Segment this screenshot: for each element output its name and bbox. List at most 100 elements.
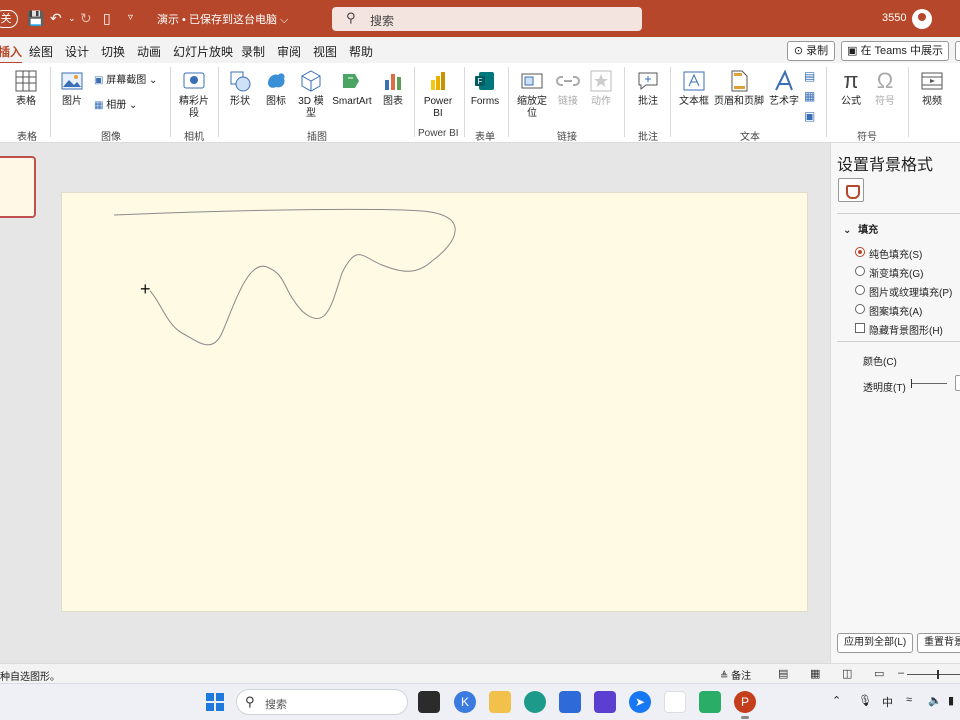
shapes-button[interactable]: 形状	[226, 69, 254, 108]
equation-button[interactable]: π 公式	[838, 69, 864, 108]
hide-background-graphics-checkbox[interactable]	[855, 323, 865, 333]
ime-indicator[interactable]: 中	[882, 694, 893, 710]
screenshot-button[interactable]: ▣ 屏幕截图 ⌄	[94, 75, 157, 87]
tab-design[interactable]: 设计	[65, 43, 89, 60]
redo-icon[interactable]: ↻	[80, 9, 92, 27]
slide-thumbnail[interactable]	[0, 156, 36, 218]
battery-icon[interactable]: ▮	[948, 694, 954, 707]
search-box[interactable]: ⚲ 搜索	[332, 7, 642, 31]
tab-animations[interactable]: 动画	[137, 43, 161, 60]
user-name[interactable]: 3550	[882, 12, 906, 24]
ribbon-separator	[170, 67, 171, 137]
avatar[interactable]	[912, 9, 932, 29]
slide-canvas[interactable]	[61, 192, 808, 612]
forms-button[interactable]: F Forms	[470, 69, 500, 108]
group-text-label: 文本	[740, 132, 760, 143]
slideshow-view-icon[interactable]: ▭	[874, 667, 884, 680]
file-explorer-icon[interactable]	[489, 691, 511, 713]
edge-browser-icon[interactable]	[524, 691, 546, 713]
apply-to-all-button[interactable]: 应用到全部(L)	[837, 633, 914, 653]
forms-icon: F	[475, 72, 494, 90]
zoom-out-icon[interactable]: –	[898, 667, 904, 679]
reading-view-icon[interactable]: ◫	[842, 667, 852, 680]
wifi-icon[interactable]: ≈	[906, 694, 912, 706]
wordart-button[interactable]: 艺术字	[768, 69, 800, 108]
chart-button[interactable]: 图表	[380, 69, 406, 108]
chevron-up-icon[interactable]: ⌃	[832, 694, 841, 707]
active-app-indicator	[741, 716, 749, 719]
cameo-button[interactable]: 精彩片段	[176, 69, 212, 120]
task-view-icon[interactable]	[418, 691, 440, 713]
object-icon[interactable]: ▣	[804, 109, 815, 123]
autosave-toggle[interactable]: 关	[0, 10, 18, 28]
photo-album-button[interactable]: ▦ 相册 ⌄	[94, 100, 137, 112]
ribbon-tabs: 插入 绘图 设计 切换 动画 幻灯片放映 录制 审阅 视图 帮助 ⊙ 录制 ▣ …	[0, 37, 960, 65]
slide-sorter-icon[interactable]: ▦	[810, 667, 820, 680]
group-camera-label: 相机	[184, 132, 204, 143]
pattern-fill-radio[interactable]	[855, 304, 865, 314]
present-from-start-icon[interactable]: ▯	[103, 9, 111, 27]
k-app-icon[interactable]: K	[454, 691, 476, 713]
microphone-icon[interactable]: 🎙	[858, 694, 872, 707]
tab-slideshow[interactable]: 幻灯片放映	[173, 43, 233, 60]
transparency-spinner[interactable]	[955, 375, 960, 391]
transparency-slider[interactable]	[911, 379, 947, 388]
comment-button[interactable]: 批注	[634, 69, 662, 108]
tab-draw[interactable]: 绘图	[29, 43, 53, 60]
speaker-icon[interactable]: 🔈	[928, 694, 942, 707]
group-comments-label: 批注	[638, 132, 658, 143]
notes-button[interactable]: ≜ 备注	[720, 667, 751, 682]
taskbar-search[interactable]: ⚲ 搜索	[236, 689, 408, 715]
undo-icon[interactable]: ↶	[50, 9, 62, 27]
arrow-app-icon[interactable]: ➤	[629, 691, 651, 713]
3d-model-button[interactable]: 3D 模型	[297, 69, 325, 120]
tab-help[interactable]: 帮助	[349, 43, 373, 60]
gradient-fill-radio[interactable]	[855, 266, 865, 276]
date-time-icon[interactable]: ▦	[804, 89, 815, 103]
notes-app-icon[interactable]	[594, 691, 616, 713]
tab-transitions[interactable]: 切换	[101, 43, 125, 60]
symbol-button[interactable]: Ω 符号	[872, 69, 898, 108]
powerbi-button[interactable]: Power BI	[420, 69, 456, 120]
icons-button[interactable]: 图标	[264, 69, 288, 108]
tab-record[interactable]: 录制	[241, 43, 265, 60]
present-in-teams-button[interactable]: ▣ 在 Teams 中展示	[841, 41, 949, 61]
header-footer-button[interactable]: 页眉和页脚	[714, 69, 764, 108]
picture-texture-fill-radio[interactable]	[855, 285, 865, 295]
powerpoint-icon[interactable]: P	[734, 691, 756, 713]
windows-start-icon[interactable]	[204, 691, 226, 713]
link-button[interactable]: 链接	[555, 69, 581, 108]
save-icon[interactable]: 💾	[27, 9, 44, 27]
tab-view[interactable]: 视图	[313, 43, 337, 60]
customize-toolbar-icon[interactable]: ▿	[128, 9, 133, 27]
textbox-extra-icon[interactable]: ▤	[804, 69, 815, 83]
picture-button[interactable]: 图片	[58, 69, 86, 108]
fill-tab-paint-bucket-icon[interactable]	[838, 178, 864, 202]
zoom-button[interactable]: 缩放定位	[514, 69, 550, 120]
fill-section-header[interactable]: ⌄ 填充	[843, 221, 878, 236]
reset-background-button[interactable]: 重置背景	[917, 633, 960, 653]
solid-fill-radio[interactable]	[855, 247, 865, 257]
cloud-app-icon[interactable]	[664, 691, 686, 713]
record-button[interactable]: ⊙ 录制	[787, 41, 835, 61]
screenshot-icon: ▣	[94, 75, 104, 86]
table-icon	[15, 70, 37, 92]
share-button[interactable]	[955, 41, 960, 61]
table-button[interactable]: 表格	[12, 69, 40, 108]
smartart-label: SmartArt	[332, 96, 372, 107]
smartart-button[interactable]: SmartArt	[330, 69, 374, 108]
document-title[interactable]: 演示 • 已保存到这台电脑 ⌵	[157, 11, 288, 27]
store-icon[interactable]	[559, 691, 581, 713]
search-icon: ⚲	[245, 694, 255, 709]
wechat-icon[interactable]	[699, 691, 721, 713]
normal-view-icon[interactable]: ▤	[778, 667, 788, 680]
freeform-curve[interactable]	[62, 193, 809, 613]
tab-review[interactable]: 审阅	[277, 43, 301, 60]
video-button[interactable]: 视频	[918, 69, 946, 108]
tab-insert[interactable]: 插入	[0, 43, 23, 65]
action-button[interactable]: 动作	[588, 69, 614, 108]
textbox-button[interactable]: 文本框	[678, 69, 710, 108]
undo-dropdown-icon[interactable]: ⌄	[68, 9, 76, 27]
zoom-slider[interactable]	[907, 670, 960, 679]
crosshair-cursor-icon: +	[140, 279, 151, 299]
